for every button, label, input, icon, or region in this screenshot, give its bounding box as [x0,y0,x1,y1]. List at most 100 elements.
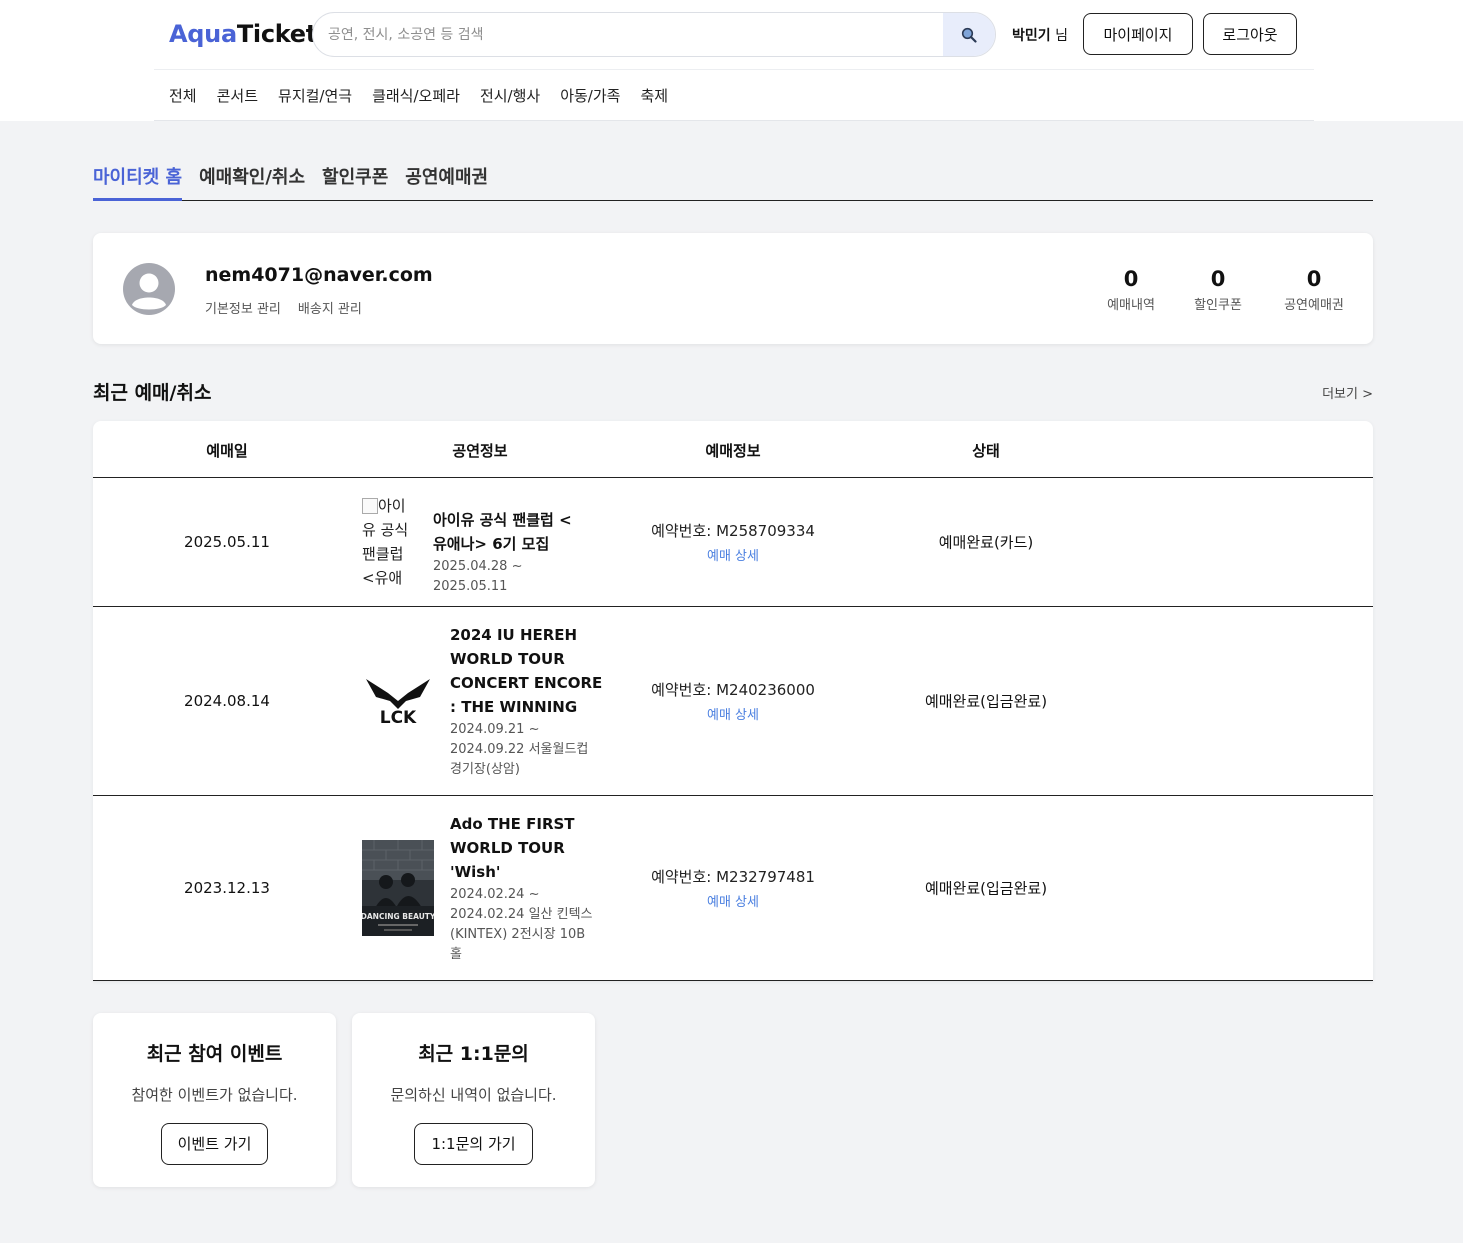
go-inquiry-button[interactable]: 1:1문의 가기 [414,1123,533,1165]
show-period: 2024.02.24 ~ 2024.02.24 일산 킨텍스 (KINTEX) … [450,885,610,965]
header-bottom-border [154,120,1314,121]
broken-image-icon [362,498,378,514]
show-period-line: 2024.02.24 일산 킨텍스 [450,907,593,922]
show-title-line: WORLD TOUR [450,650,565,668]
table-row[interactable]: 2025.05.11 아이유 공식 팬클럽 <유애 아이유 공식 팬클럽 < 유애… [93,478,1373,607]
table-header: 예매일 공연정보 예매정보 상태 [93,421,1373,478]
show-title: 아이유 공식 팬클럽 < 유애나> 6기 모집 [433,508,593,556]
show-info[interactable]: 아이유 공식 팬클럽 < 유애나> 6기 모집 2025.04.28 ~ 2025… [433,508,593,597]
booking-detail-link[interactable]: 예매 상세 [651,545,815,564]
category-classic[interactable]: 클래식/오페라 [372,85,460,106]
show-title-line: 'Wish' [450,863,501,881]
category-exhibition[interactable]: 전시/행사 [480,85,540,106]
show-info[interactable]: Ado THE FIRST WORLD TOUR 'Wish' 2024.02.… [450,812,610,965]
reservation-number: 예약번호: M258709334 [651,522,815,540]
basic-info-link[interactable]: 기본정보 관리 [205,298,281,317]
col-status: 상태 [972,442,1000,460]
show-title-line: WORLD TOUR [450,839,565,857]
shipping-address-link[interactable]: 배송지 관리 [298,298,362,317]
category-musical[interactable]: 뮤지컬/연극 [278,85,352,106]
show-period-line: 2024.09.22 서울월드컵 [450,742,589,757]
show-period-line: (KINTEX) 2전시장 10B [450,927,586,942]
tab-booking-cancel[interactable]: 예매확인/취소 [199,163,305,201]
mypage-tabs: 마이티켓 홈 예매확인/취소 할인쿠폰 공연예매권 [93,163,1373,201]
show-thumbnail[interactable]: DANCING BEAUTY [361,840,436,936]
search-icon [961,27,977,43]
logo[interactable]: AquaTicket [169,20,317,48]
booking-date: 2023.12.13 [184,879,270,897]
stat-vouchers[interactable]: 0 공연예매권 [1277,267,1351,313]
logo-part2: Ticket [236,20,317,48]
booking-status: 예매완료(입금완료) [924,879,1048,898]
avatar-icon [123,263,175,315]
tab-coupons[interactable]: 할인쿠폰 [322,163,388,201]
booking-info: 예약번호: M232797481 예매 상세 [651,866,815,910]
more-link[interactable]: 더보기 > [1322,383,1373,402]
search-input[interactable] [313,13,943,56]
user-name: 박민기 [1012,28,1051,44]
tab-vouchers[interactable]: 공연예매권 [405,163,488,201]
show-thumbnail[interactable]: LCK [362,671,434,731]
booking-detail-link[interactable]: 예매 상세 [651,704,815,723]
search-button[interactable] [943,13,995,56]
show-period: 2025.04.28 ~ 2025.05.11 [433,559,523,594]
header-divider [154,69,1314,70]
show-period: 2024.09.21 ~ 2024.09.22 서울월드컵 경기장(상암) [450,720,610,780]
recent-bookings-table: 예매일 공연정보 예매정보 상태 2025.05.11 아이유 공식 팬클럽 <… [93,421,1373,981]
category-festival[interactable]: 축제 [640,85,668,106]
profile-links: 기본정보 관리 배송지 관리 [205,298,362,317]
show-image-broken[interactable]: 아이유 공식 팬클럽 <유애 [362,494,418,590]
category-kids[interactable]: 아동/가족 [560,85,620,106]
logout-button[interactable]: 로그아웃 [1203,13,1297,55]
site-header: AquaTicket 박민기 님 마이페이지 로그아웃 전체 콘서트 뮤지컬/연… [0,0,1463,121]
stat-coupons-label: 할인쿠폰 [1194,298,1242,313]
stat-coupons-value: 0 [1210,267,1226,291]
ado-poster-text: DANCING BEAUTY [362,912,434,921]
recent-inquiry-card: 최근 1:1문의 문의하신 내역이 없습니다. 1:1문의 가기 [352,1013,595,1187]
lck-logo-icon: LCK [366,679,430,728]
booking-date: 2025.05.11 [184,533,270,551]
show-title: 2024 IU HEREH WORLD TOUR CONCERT ENCORE … [450,623,610,719]
search-bar [312,12,996,57]
col-booking-info: 예매정보 [705,442,761,460]
booking-status: 예매완료(입금완료) [924,692,1048,711]
category-concert[interactable]: 콘서트 [217,85,258,106]
stat-bookings-value: 0 [1123,267,1139,291]
booking-info: 예약번호: M240236000 예매 상세 [651,679,815,723]
category-all[interactable]: 전체 [169,85,197,106]
reservation-number: 예약번호: M232797481 [651,868,815,886]
show-info[interactable]: 2024 IU HEREH WORLD TOUR CONCERT ENCORE … [450,623,610,780]
table-row[interactable]: 2024.08.14 LCK 2024 IU HEREH WORLD TOUR … [93,607,1373,796]
col-show-info: 공연정보 [452,442,508,460]
lck-logo-text: LCK [380,708,417,727]
booking-detail-link[interactable]: 예매 상세 [651,891,815,910]
user-email: nem4071@naver.com [205,264,433,286]
ado-poster-image: DANCING BEAUTY [361,840,436,936]
card-empty-message: 참여한 이벤트가 없습니다. [131,1086,298,1104]
show-period-line: 홀 [450,947,462,962]
stat-vouchers-value: 0 [1306,267,1322,291]
recent-bookings-title: 최근 예매/취소 [93,382,212,404]
logo-part1: Aqua [169,20,237,48]
show-period-line: 2024.02.24 ~ [450,887,540,902]
show-period-line: 2024.09.21 ~ [450,722,540,737]
tab-mytickets-home[interactable]: 마이티켓 홈 [93,163,183,201]
col-booking-date: 예매일 [206,442,248,460]
show-title-line: 아이유 공식 팬클럽 < [433,511,572,529]
stat-coupons[interactable]: 0 할인쿠폰 [1189,267,1247,313]
card-empty-message: 문의하신 내역이 없습니다. [390,1086,557,1104]
booking-info: 예약번호: M258709334 예매 상세 [651,520,815,564]
stat-bookings[interactable]: 0 예매내역 [1103,267,1159,313]
table-row[interactable]: 2023.12.13 DANCING BEAUTY Ado THE FIRST … [93,796,1373,981]
show-title-line: : THE WINNING [450,698,578,716]
mypage-button[interactable]: 마이페이지 [1083,13,1193,55]
stat-vouchers-label: 공연예매권 [1284,298,1344,313]
card-title: 최근 참여 이벤트 [146,1043,283,1065]
category-nav: 전체 콘서트 뮤지컬/연극 클래식/오페라 전시/행사 아동/가족 축제 [169,85,668,106]
summary-cards: 최근 참여 이벤트 참여한 이벤트가 없습니다. 이벤트 가기 최근 1:1문의… [93,1013,595,1187]
show-title-line: 유애나> 6기 모집 [433,535,550,553]
booking-status: 예매완료(카드) [938,533,1034,552]
show-title-line: 2024 IU HEREH [450,626,578,644]
show-title-line: CONCERT ENCORE [450,674,603,692]
go-events-button[interactable]: 이벤트 가기 [160,1123,269,1165]
